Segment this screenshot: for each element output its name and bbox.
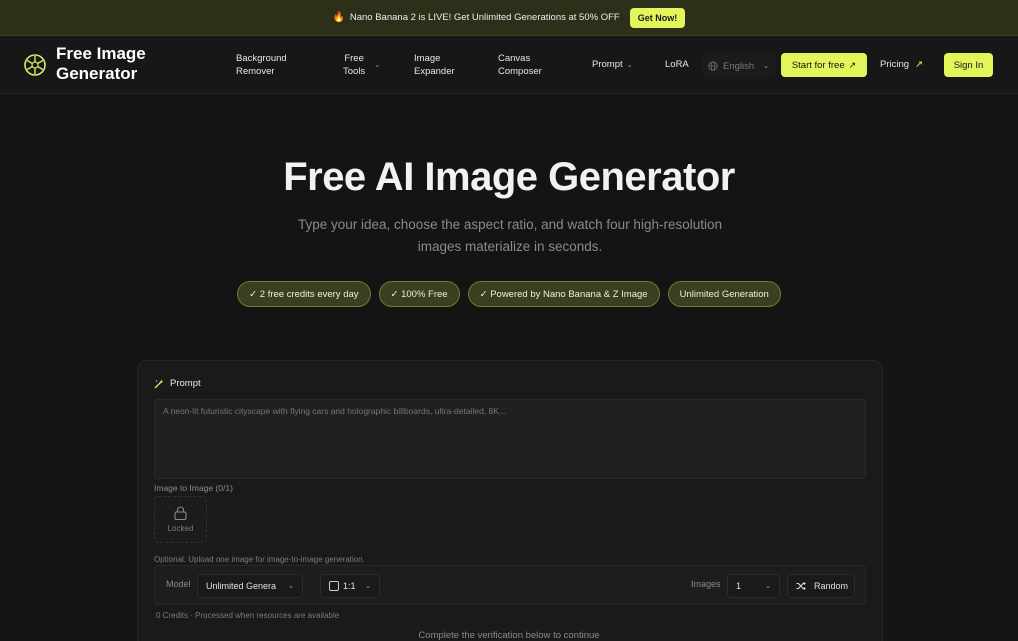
nav-lora[interactable]: LoRA: [665, 58, 689, 71]
nav-label: Prompt: [592, 59, 623, 70]
model-value: Unlimited Genera: [206, 581, 277, 591]
image-upload-slot[interactable]: Locked: [154, 496, 207, 543]
sign-in-button[interactable]: Sign In: [944, 53, 993, 77]
badge-free-credits: ✓ 2 free credits every day: [237, 281, 371, 307]
arrow-up-right-icon: ↗: [915, 59, 924, 70]
nav-label-1: Free: [344, 53, 364, 64]
chevron-down-icon: ⌄: [626, 62, 633, 69]
nav-image-expander[interactable]: Image Expander: [414, 52, 455, 78]
image-to-image-hint: Optional. Upload one image for image-to-…: [154, 555, 365, 564]
nav-canvas-composer[interactable]: Canvas Composer: [498, 52, 542, 78]
page-title: Free AI Image Generator: [283, 155, 735, 199]
site-header: Free Image Generator Background Remover …: [0, 36, 1018, 94]
prompt-label-text: Prompt: [170, 378, 201, 389]
nav-label-1: Image: [414, 53, 441, 64]
nav-label-2: Remover: [236, 66, 275, 77]
nav-background-remover[interactable]: Background Remover: [236, 52, 287, 78]
language-value: English: [723, 60, 755, 72]
chevron-down-icon: ⌄: [288, 583, 294, 590]
aperture-icon[interactable]: [24, 54, 46, 76]
locked-label: Locked: [167, 524, 194, 533]
globe-icon: [708, 61, 718, 71]
verification-note: Complete the verification below to conti…: [418, 630, 600, 641]
nav-label-2: Composer: [498, 66, 542, 77]
credits-note: 0 Credits · Processed when resources are…: [156, 611, 340, 620]
nav-label-2: Expander: [414, 66, 455, 77]
start-free-label: Start for free: [791, 59, 845, 71]
pricing-label: Pricing: [880, 59, 910, 70]
fire-icon: 🔥: [332, 12, 346, 23]
start-for-free-button[interactable]: Start for free ↗: [781, 53, 867, 77]
page-subtitle: Type your idea, choose the aspect ratio,…: [297, 217, 722, 254]
ratio-value: 1:1: [343, 581, 356, 591]
chevron-down-icon: ⌄: [374, 61, 381, 69]
badge-100-free: ✓ 100% Free: [378, 281, 460, 307]
images-label: Images: [691, 579, 721, 589]
square-icon: [329, 581, 339, 591]
feature-badges: ✓ 2 free credits every day ✓ 100% Free ✓…: [0, 281, 1018, 307]
promo-banner: 🔥 Nano Banana 2 is LIVE! Get Unlimited G…: [0, 0, 1018, 36]
images-count-select[interactable]: 1 ⌄: [727, 574, 780, 598]
images-count-value: 1: [736, 581, 742, 591]
model-label: Model: [166, 579, 191, 589]
pricing-link[interactable]: Pricing ↗: [880, 58, 923, 71]
badge-unlimited: Unlimited Generation: [667, 281, 781, 307]
brand-name[interactable]: Free Image Generator: [56, 44, 176, 84]
promo-text-wrap: 🔥 Nano Banana 2 is LIVE! Get Unlimited G…: [333, 12, 620, 23]
nav-free-tools[interactable]: Free Tools ⌄: [343, 52, 380, 78]
chevron-down-icon: ⌄: [763, 63, 770, 70]
promo-text: Nano Banana 2 is LIVE! Get Unlimited Gen…: [349, 12, 620, 23]
shuffle-icon: [796, 581, 806, 591]
prompt-label: Prompt: [154, 378, 201, 389]
chevron-down-icon: ⌄: [365, 583, 371, 590]
language-select[interactable]: English ⌄: [702, 54, 776, 78]
chevron-down-icon: ⌄: [765, 583, 771, 590]
get-now-button[interactable]: Get Now!: [629, 7, 686, 28]
nav-label-2: Tools: [343, 66, 366, 77]
nav-label-1: Background: [236, 53, 287, 64]
lock-icon: [174, 506, 187, 520]
prompt-input[interactable]: [154, 399, 866, 479]
brand-line-1: Free Image: [56, 44, 146, 63]
random-label: Random: [814, 581, 849, 591]
badge-powered-by: ✓ Powered by Nano Banana & Z Image: [467, 281, 660, 307]
model-select[interactable]: Unlimited Genera ⌄: [197, 574, 303, 598]
nav-label-1: Canvas: [498, 53, 531, 64]
image-to-image-label: Image to Image (0/1): [154, 483, 233, 493]
magic-wand-icon: [154, 379, 164, 388]
random-button[interactable]: Random: [787, 574, 855, 598]
generation-controls: Model Unlimited Genera ⌄ 1:1 ⌄ Images 1 …: [154, 565, 866, 605]
nav-prompt[interactable]: Prompt ⌄: [592, 58, 633, 72]
brand-line-2: Generator: [56, 64, 138, 83]
aspect-ratio-select[interactable]: 1:1 ⌄: [320, 574, 380, 598]
arrow-up-right-icon: ↗: [848, 59, 857, 70]
